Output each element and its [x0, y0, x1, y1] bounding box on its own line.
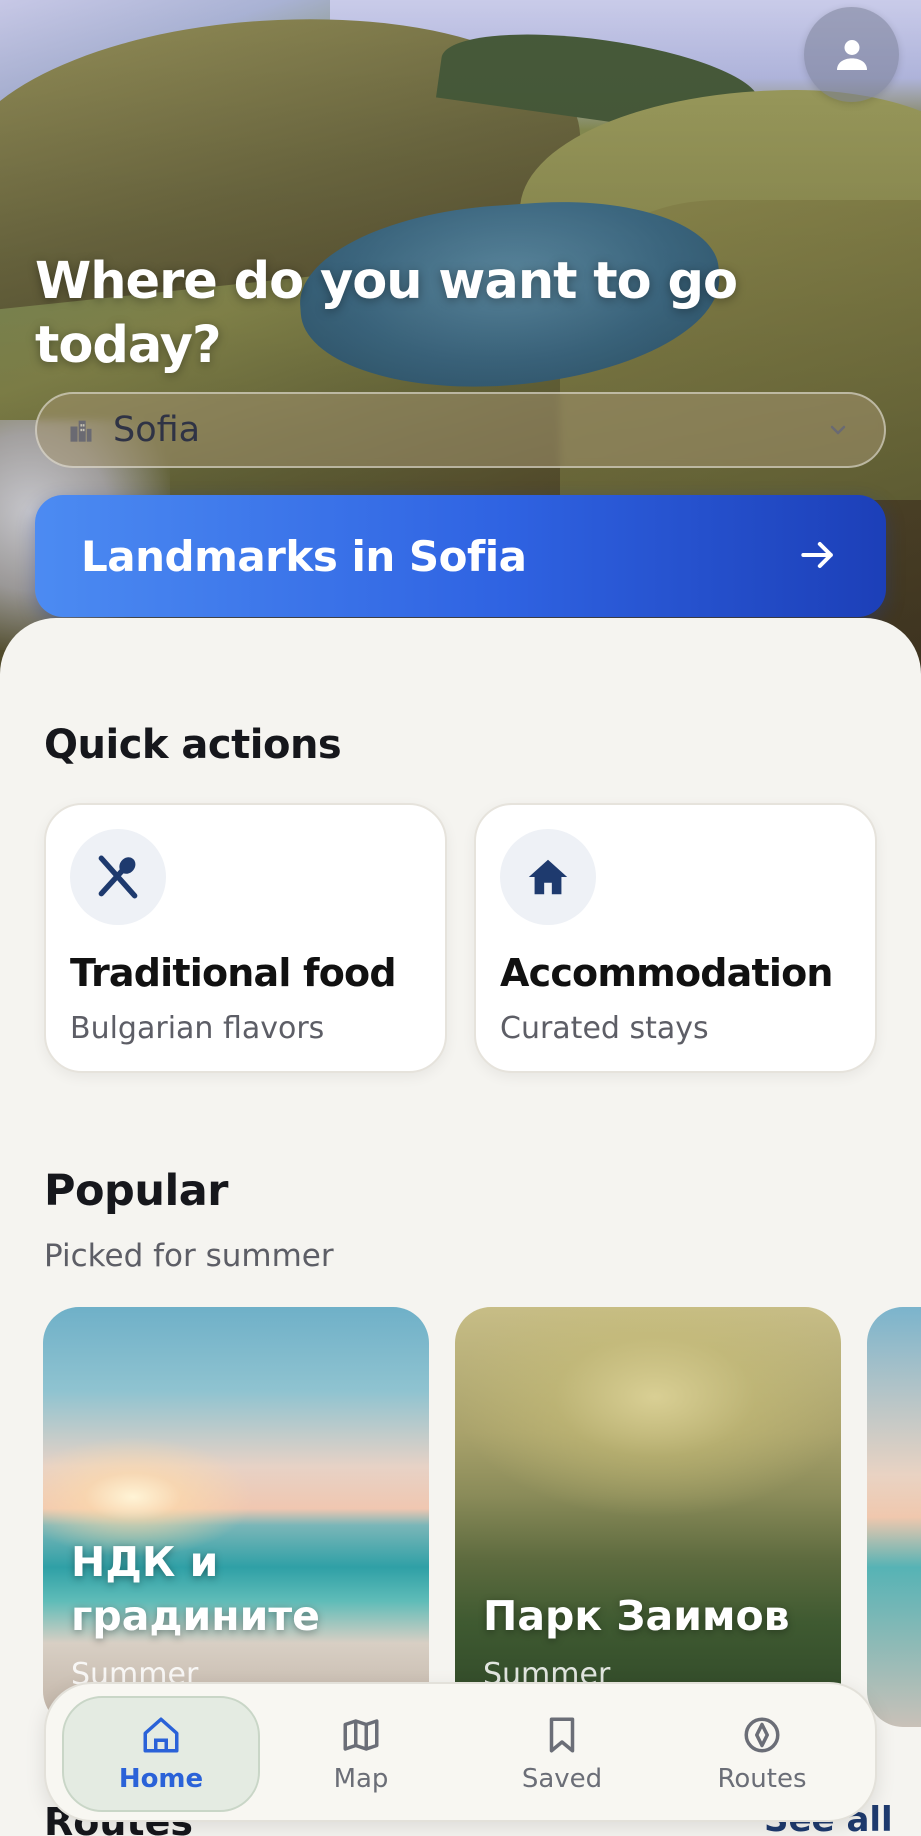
nav-routes[interactable]: Routes [663, 1696, 861, 1812]
popular-card-ndk[interactable]: НДК и градините Summer [43, 1307, 429, 1727]
city-select-value: Sofia [113, 410, 201, 450]
popular-subtitle: Picked for summer [44, 1238, 334, 1274]
quick-action-subtitle: Curated stays [500, 1011, 709, 1046]
popular-title: Popular [44, 1166, 228, 1216]
house-icon [528, 859, 568, 895]
arrow-right-icon [796, 533, 840, 582]
compass-icon [744, 1717, 780, 1753]
popular-card-partial[interactable] [867, 1307, 921, 1727]
quick-action-title: Accommodation [500, 951, 833, 995]
nav-map[interactable]: Map [262, 1696, 460, 1812]
quick-action-traditional-food[interactable]: Traditional food Bulgarian flavors [44, 803, 447, 1073]
nav-label: Routes [717, 1764, 807, 1794]
bookmark-icon [549, 1717, 575, 1753]
nav-home[interactable]: Home [62, 1696, 260, 1812]
nav-label: Home [118, 1764, 204, 1794]
city-select[interactable]: Sofia [35, 392, 886, 468]
landmarks-button-label: Landmarks in Sofia [81, 531, 527, 581]
nav-saved[interactable]: Saved [463, 1696, 661, 1812]
nav-label: Saved [521, 1764, 603, 1794]
chevron-down-icon [826, 418, 850, 447]
nav-label: Map [333, 1764, 389, 1794]
quick-actions-title: Quick actions [44, 722, 342, 768]
quick-action-accommodation[interactable]: Accommodation Curated stays [474, 803, 877, 1073]
popular-card-park-zaimov[interactable]: Парк Заимов Summer [455, 1307, 841, 1727]
utensils-icon [98, 855, 138, 899]
home-icon [143, 1717, 179, 1753]
landmarks-button[interactable]: Landmarks in Sofia [35, 495, 886, 617]
map-icon [343, 1719, 379, 1751]
icon-circle [500, 829, 596, 925]
bottom-nav: Home Map Saved Routes [44, 1682, 877, 1822]
icon-circle [70, 829, 166, 925]
popular-card-name: Парк Заимов [483, 1592, 790, 1640]
quick-action-title: Traditional food [70, 951, 397, 995]
popular-card-name: НДК и градините [71, 1538, 320, 1640]
city-icon [67, 415, 97, 445]
quick-action-subtitle: Bulgarian flavors [70, 1011, 325, 1046]
page-title: Where do you want to go today? [35, 252, 738, 375]
profile-button[interactable] [804, 7, 899, 102]
user-icon [836, 39, 867, 70]
